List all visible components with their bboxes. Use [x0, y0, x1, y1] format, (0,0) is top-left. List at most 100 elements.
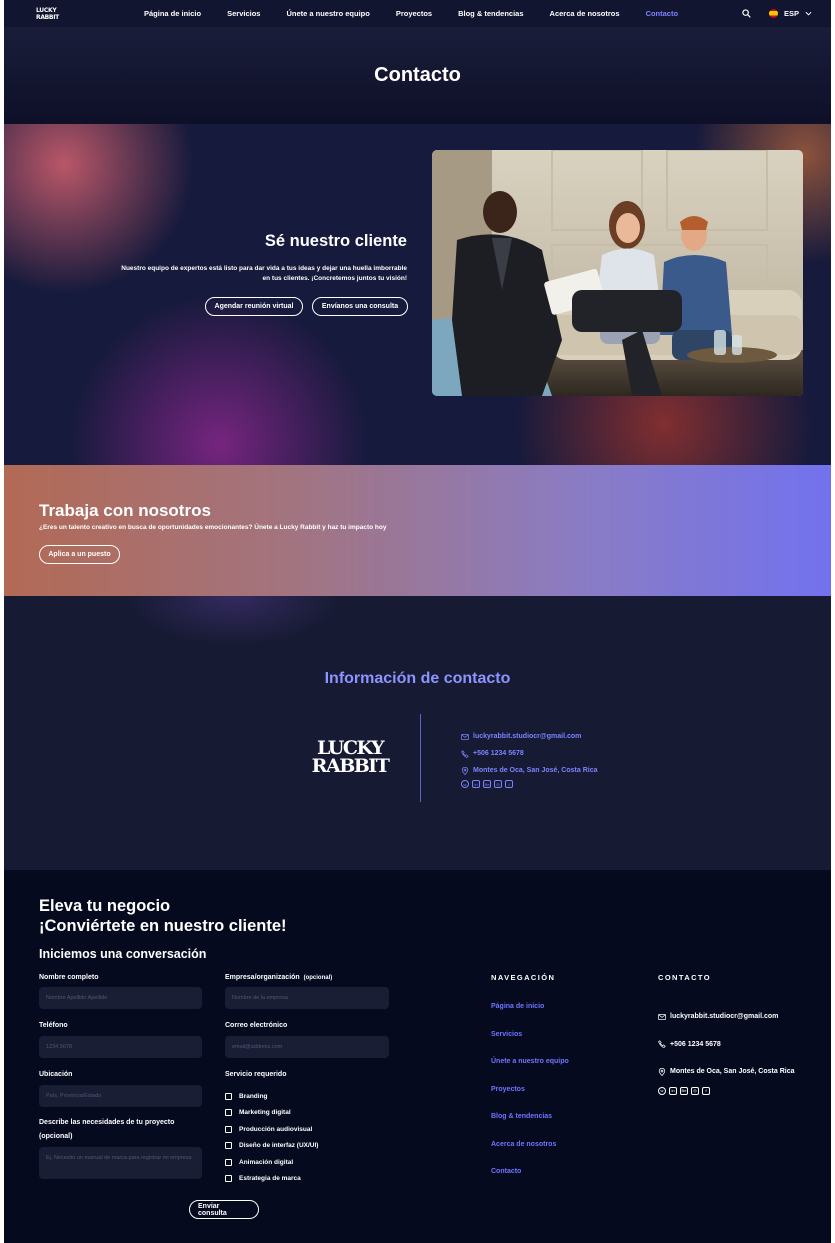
footer-nav: Página de inicio Servicios Únete a nuest…	[491, 1003, 569, 1196]
company-label-text: Empresa/organización	[225, 974, 300, 981]
contact-info-title: Información de contacto	[324, 670, 511, 687]
contact-phone[interactable]: +506 1234 5678	[461, 745, 598, 762]
location-input[interactable]	[39, 1085, 202, 1107]
checkbox[interactable]	[225, 1092, 232, 1100]
instagram-icon[interactable]: ◎	[691, 1086, 699, 1095]
search-icon[interactable]	[742, 9, 751, 18]
footer-contact: luckyrabbit.studiocr@gmail.com +506 1234…	[658, 1003, 795, 1095]
linkedin-icon[interactable]: in	[669, 1086, 677, 1095]
hero-description: Nuestro equipo de expertos está listo pa…	[121, 265, 407, 282]
footer-address[interactable]: Montes de Oca, San José, Costa Rica	[658, 1058, 795, 1086]
location-label: Ubicación	[39, 1071, 73, 1078]
phone-label: Teléfono	[39, 1022, 68, 1029]
footer-social-links: w in Be ◎ f	[658, 1086, 795, 1095]
cta-line-1: Eleva tu negocio	[39, 897, 171, 915]
nav-links: Página de inicio Servicios Únete a nuest…	[144, 0, 704, 27]
location-pin-icon	[658, 1067, 666, 1076]
logo-line-2: RABBIT	[311, 755, 390, 777]
logo[interactable]: LUCKY RABBIT	[36, 5, 59, 22]
top-nav: LUCKY RABBIT Página de inicio Servicios …	[4, 0, 831, 27]
behance-icon[interactable]: Be	[680, 1086, 688, 1095]
whatsapp-icon[interactable]: w	[461, 780, 469, 788]
nav-link-services[interactable]: Servicios	[227, 9, 260, 18]
footer-link-about[interactable]: Acerca de nosotros	[491, 1141, 569, 1169]
footer-nav-title: NAVEGACIÓN	[491, 973, 556, 982]
linkedin-icon[interactable]: in	[472, 780, 480, 788]
footer-phone[interactable]: +506 1234 5678	[658, 1031, 795, 1059]
nav-right: ESP	[742, 0, 812, 27]
name-label: Nombre completo	[39, 974, 99, 981]
logo-line-1: LUCKY	[36, 6, 57, 14]
chevron-down-icon[interactable]	[805, 11, 812, 16]
phone-input[interactable]	[39, 1036, 202, 1058]
company-optional-text: (opcional)	[303, 975, 333, 981]
submit-inquiry-button[interactable]: Enviar consulta	[189, 1200, 259, 1219]
facebook-icon[interactable]: f	[505, 780, 513, 788]
send-inquiry-button[interactable]: Envíanos una consulta	[312, 297, 408, 316]
service-checklist: Branding Marketing digital Producción au…	[225, 1088, 318, 1187]
footer-link-projects[interactable]: Proyectos	[491, 1086, 569, 1114]
service-checkbox-animation[interactable]: Animación digital	[225, 1154, 318, 1171]
instagram-icon[interactable]: ◎	[494, 780, 502, 788]
schedule-meeting-button[interactable]: Agendar reunión virtual	[205, 297, 303, 316]
logo-line-2: RABBIT	[36, 13, 59, 21]
hero-buttons: Agendar reunión virtual Envíanos una con…	[205, 297, 408, 316]
nav-link-join[interactable]: Únete a nuestro equipo	[286, 9, 369, 18]
describe-textarea[interactable]	[39, 1147, 202, 1179]
service-label: Servicio requerido	[225, 1071, 287, 1078]
social-links: w in Be ◎ f	[461, 780, 598, 788]
email-label: Correo electrónico	[225, 1022, 288, 1029]
service-checkbox-uxui[interactable]: Diseño de interfaz (UX/UI)	[225, 1138, 318, 1155]
hero-text: Sé nuestro cliente Nuestro equipo de exp…	[117, 232, 407, 284]
service-checkbox-branding[interactable]: Branding	[225, 1088, 318, 1105]
contact-info-list: luckyrabbit.studiocr@gmail.com +506 1234…	[461, 728, 598, 788]
language-selector[interactable]: ESP	[784, 9, 799, 18]
name-input[interactable]	[39, 987, 202, 1009]
mail-icon	[658, 1013, 666, 1020]
footer-link-blog[interactable]: Blog & tendencias	[491, 1113, 569, 1141]
checkbox[interactable]	[225, 1142, 232, 1150]
checkbox[interactable]	[225, 1175, 232, 1183]
phone-icon	[461, 749, 469, 758]
footer-email-text: luckyrabbit.studiocr@gmail.com	[670, 1013, 779, 1021]
contact-phone-text: +506 1234 5678	[473, 750, 524, 757]
footer-link-contact[interactable]: Contacto	[491, 1168, 569, 1196]
footer-email[interactable]: luckyrabbit.studiocr@gmail.com	[658, 1003, 795, 1031]
company-label: Empresa/organización (opcional)	[225, 974, 332, 981]
service-option-label: Producción audiovisual	[239, 1125, 313, 1133]
work-title: Trabaja con nosotros	[39, 501, 211, 520]
behance-icon[interactable]: Be	[483, 780, 491, 788]
email-input[interactable]	[225, 1036, 389, 1058]
service-option-label: Diseño de interfaz (UX/UI)	[239, 1142, 319, 1150]
nav-link-blog[interactable]: Blog & tendencias	[458, 9, 523, 18]
footer-phone-text: +506 1234 5678	[670, 1040, 721, 1048]
footer-link-join[interactable]: Únete a nuestro equipo	[491, 1058, 569, 1086]
checkbox[interactable]	[225, 1158, 232, 1166]
service-option-label: Animación digital	[239, 1158, 294, 1166]
work-description: ¿Eres un talento creativo en busca de op…	[39, 524, 387, 531]
contact-address[interactable]: Montes de Oca, San José, Costa Rica	[461, 762, 598, 779]
nav-link-about[interactable]: Acerca de nosotros	[550, 9, 620, 18]
checkbox[interactable]	[225, 1109, 232, 1117]
nav-link-contact[interactable]: Contacto	[646, 9, 679, 18]
footer-contact-title: CONTACTO	[658, 973, 712, 982]
service-checkbox-strategy[interactable]: Estrategia de marca	[225, 1171, 318, 1188]
mail-icon	[461, 733, 469, 740]
service-checkbox-marketing[interactable]: Marketing digital	[225, 1105, 318, 1122]
service-checkbox-audiovisual[interactable]: Producción audiovisual	[225, 1121, 318, 1138]
checkbox[interactable]	[225, 1125, 232, 1133]
nav-link-home[interactable]: Página de inicio	[144, 9, 201, 18]
page-header: Contacto	[4, 27, 831, 124]
footer-address-text: Montes de Oca, San José, Costa Rica	[670, 1068, 795, 1076]
apply-button[interactable]: Aplica a un puesto	[39, 545, 120, 564]
cta-line-2: ¡Conviértete en nuestro cliente!	[39, 917, 287, 935]
spain-flag-icon[interactable]	[769, 9, 778, 18]
contact-email[interactable]: luckyrabbit.studiocr@gmail.com	[461, 728, 598, 745]
company-input[interactable]	[225, 987, 389, 1009]
footer-link-home[interactable]: Página de inicio	[491, 1003, 569, 1031]
whatsapp-icon[interactable]: w	[658, 1086, 666, 1095]
nav-link-projects[interactable]: Proyectos	[396, 9, 432, 18]
facebook-icon[interactable]: f	[702, 1086, 710, 1095]
footer-link-services[interactable]: Servicios	[491, 1031, 569, 1059]
contact-info-section: Información de contacto LUCKY RABBIT luc…	[4, 596, 831, 870]
